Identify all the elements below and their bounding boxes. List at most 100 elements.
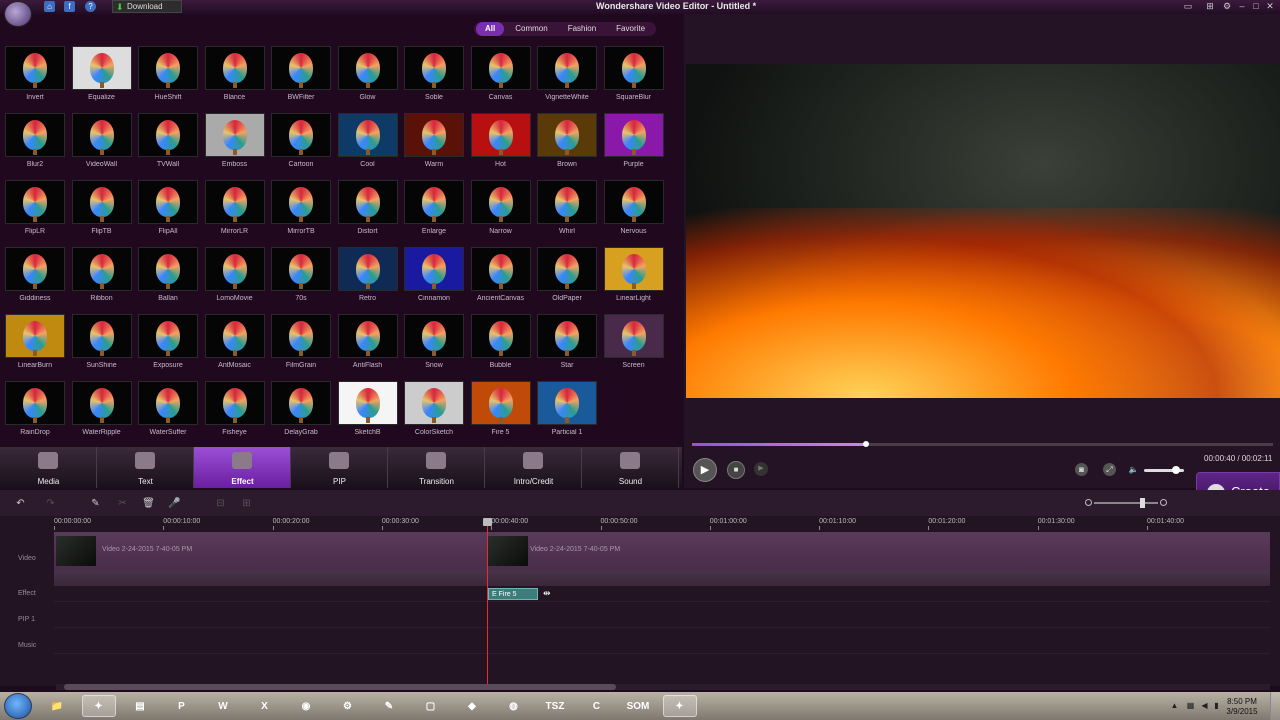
video-track[interactable]: Video 2-24-2015 7-40-05 PM Video 2-24-20… [54, 532, 1270, 570]
crop-icon[interactable]: ⊞ [240, 497, 253, 510]
zoom-handle[interactable] [1140, 498, 1145, 508]
effect-item[interactable]: Cinnamon [403, 247, 465, 307]
effect-item[interactable]: RainDrop [4, 381, 66, 441]
tab-transition[interactable]: Transition [388, 447, 485, 488]
zoom-slider[interactable] [1094, 498, 1158, 508]
monitor-icon[interactable]: ▭ [1182, 1, 1194, 12]
effect-item[interactable]: Bubble [470, 314, 532, 374]
minimize-icon[interactable]: – [1236, 1, 1248, 12]
split-icon[interactable]: ⊟ [214, 497, 227, 510]
explorer-icon[interactable]: 📁 [40, 695, 74, 717]
effect-item[interactable]: WaterSuffer [137, 381, 199, 441]
taskbar-clock[interactable]: 8:50 PM 3/9/2015 [1222, 697, 1262, 717]
start-button[interactable] [4, 693, 32, 719]
effect-item[interactable]: WaterRipple [71, 381, 133, 441]
effect-item[interactable]: Particial 1 [536, 381, 598, 441]
window-icon[interactable]: ▢ [414, 695, 448, 717]
tab-media[interactable]: Media [0, 447, 97, 488]
tool-icon[interactable]: ⚙ [331, 695, 365, 717]
chrome-icon[interactable]: ◉ [289, 695, 323, 717]
pip-track[interactable] [54, 602, 1270, 628]
effect-item[interactable]: ColorSketch [403, 381, 465, 441]
fullscreen-icon[interactable]: ⤢ [1103, 463, 1116, 476]
effect-clip-fire[interactable]: E Fire 5 [488, 588, 538, 600]
effect-item[interactable]: Fisheye [204, 381, 266, 441]
zoom-in-icon[interactable] [1160, 499, 1167, 506]
timeline-ruler[interactable]: 00:00:00:00 00:00:10:00 00:00:20:00 00:00:3… [0, 516, 1280, 530]
effect-item[interactable]: Whirl [536, 180, 598, 240]
settings-icon[interactable]: ⚙ [1221, 1, 1233, 12]
effect-item[interactable]: AntiFlash [337, 314, 399, 374]
tab-pip[interactable]: PIP [291, 447, 388, 488]
seek-bar[interactable] [692, 441, 1273, 447]
effect-item[interactable]: Enlarge [403, 180, 465, 240]
playhead[interactable] [487, 518, 488, 684]
music-track[interactable] [54, 628, 1270, 654]
effect-item[interactable]: VignetteWhite [536, 46, 598, 106]
timeline-scrollbar[interactable] [56, 684, 1270, 690]
cut-icon[interactable]: ✂ [116, 497, 129, 510]
effect-item[interactable]: 70s [270, 247, 332, 307]
power-icon[interactable]: ▮ [1212, 701, 1221, 710]
maximize-icon[interactable]: □ [1250, 1, 1262, 12]
play-button[interactable]: ▶ [693, 458, 717, 482]
effect-item[interactable]: LomoMovie [204, 247, 266, 307]
tab-intro-credit[interactable]: Intro/Credit [485, 447, 582, 488]
effect-item[interactable]: Narrow [470, 180, 532, 240]
effect-item[interactable]: FlipAll [137, 180, 199, 240]
effect-item[interactable]: AncientCanvas [470, 247, 532, 307]
effect-item[interactable]: FlipLR [4, 180, 66, 240]
snapshot-icon[interactable]: ◙ [1075, 463, 1088, 476]
effect-item[interactable]: Exposure [137, 314, 199, 374]
wondershare-icon[interactable]: ✦ [81, 695, 116, 717]
effect-item[interactable]: Cool [337, 113, 399, 173]
effect-item[interactable]: SketchB [337, 381, 399, 441]
show-desktop-button[interactable] [1270, 692, 1280, 720]
scrollbar-thumb[interactable] [64, 684, 616, 690]
effect-item[interactable]: Blur2 [4, 113, 66, 173]
next-frame-button[interactable]: ▶ [754, 462, 768, 476]
volume-icon[interactable]: 🔈 [1127, 463, 1140, 476]
volume-slider[interactable] [1144, 466, 1184, 474]
globe-icon[interactable]: ◍ [497, 695, 531, 717]
effect-item[interactable]: SquareBlur [603, 46, 665, 106]
effect-item[interactable]: Canvas [470, 46, 532, 106]
cart-icon[interactable]: ⊞ [1204, 1, 1216, 12]
word-icon[interactable]: W [206, 695, 240, 717]
close-icon[interactable]: ✕ [1264, 1, 1276, 12]
help-icon[interactable]: ? [85, 1, 96, 12]
download-button[interactable]: ⬇ Download [112, 0, 182, 13]
facebook-icon[interactable]: f [64, 1, 75, 12]
effect-item[interactable]: LinearLight [603, 247, 665, 307]
effect-item[interactable]: BWFilter [270, 46, 332, 106]
network-icon[interactable]: ▦ [1186, 701, 1195, 710]
filter-tab-all[interactable]: All [476, 22, 505, 36]
effect-item[interactable]: Hot [470, 113, 532, 173]
effect-item[interactable]: TVWall [137, 113, 199, 173]
zoom-out-icon[interactable] [1085, 499, 1092, 506]
filter-tab-favorite[interactable]: Favorite [607, 22, 654, 36]
effect-item[interactable]: Brown [536, 113, 598, 173]
effect-track[interactable] [54, 586, 1270, 602]
effect-item[interactable]: Purple [603, 113, 665, 173]
effect-item[interactable]: Soble [403, 46, 465, 106]
volume-tray-icon[interactable]: ◀ [1200, 701, 1209, 710]
notepad-icon[interactable]: ▤ [123, 695, 157, 717]
redo-icon[interactable]: ↷ [44, 497, 57, 510]
effect-item[interactable]: Star [536, 314, 598, 374]
effect-item[interactable]: SunShine [71, 314, 133, 374]
som-icon[interactable]: SOM [621, 695, 655, 717]
effect-item[interactable]: Snow [403, 314, 465, 374]
effect-item[interactable]: Ballan [137, 247, 199, 307]
effect-item[interactable]: Giddiness [4, 247, 66, 307]
microphone-icon[interactable]: 🎤 [168, 497, 181, 510]
editor-icon[interactable]: ✦ [662, 695, 697, 717]
effect-item[interactable]: Emboss [204, 113, 266, 173]
effect-item[interactable]: LinearBurn [4, 314, 66, 374]
effect-item[interactable]: FlipTB [71, 180, 133, 240]
effect-item[interactable]: DelayGrab [270, 381, 332, 441]
effect-item[interactable]: Invert [4, 46, 66, 106]
paint-icon[interactable]: ✎ [372, 695, 406, 717]
app-logo-icon[interactable] [4, 1, 32, 27]
effect-item[interactable]: Ribbon [71, 247, 133, 307]
